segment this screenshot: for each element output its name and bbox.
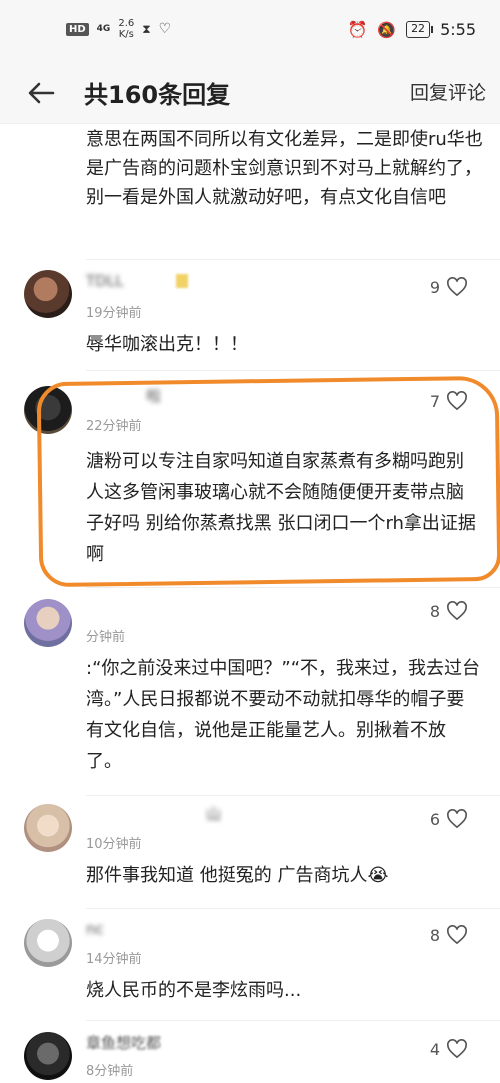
- avatar[interactable]: [24, 919, 72, 967]
- heart-icon: [447, 601, 467, 621]
- heart-icon: [447, 1039, 467, 1059]
- heart-icon: [447, 809, 467, 829]
- like-count: 8: [429, 925, 440, 945]
- username[interactable]: nc: [86, 918, 164, 939]
- comment-time: 8分钟前: [86, 1064, 134, 1079]
- heart-icon: [447, 391, 467, 411]
- avatar[interactable]: [24, 599, 72, 647]
- status-right: ⏰ 🔕 22 5:55: [347, 20, 476, 39]
- divider: [86, 1020, 500, 1021]
- reply-list[interactable]: 意思在两国不同所以有文化差异，二是即使ru华也是广告商的问题朴宝剑意识到不对马上…: [0, 125, 500, 1083]
- like-button[interactable]: 9: [430, 277, 468, 297]
- comment-time: 10分钟前: [86, 837, 142, 852]
- clock: 5:55: [440, 20, 476, 39]
- back-button[interactable]: [24, 76, 58, 110]
- back-arrow-icon: [28, 82, 55, 104]
- like-count: 9: [429, 277, 440, 297]
- status-bar: HD 4G 2.6 K/s ⧗ ♡ ⏰ 🔕 22 5:55: [0, 0, 500, 62]
- comment-time: 19分钟前: [86, 306, 142, 321]
- divider: [86, 370, 500, 371]
- username[interactable]: [86, 599, 206, 620]
- username[interactable]: TDLL: [86, 270, 138, 291]
- like-count: 7: [429, 391, 440, 411]
- avatar[interactable]: [24, 1032, 72, 1080]
- comment-text: :“你之前没来过中国吧？”“不，我来过，我去过台湾。”人民日报都说不要动不动就扣…: [86, 658, 481, 772]
- comment-text: 溏粉可以专注自家吗知道自家蒸煮有多糊吗跑别人这多管闲事玻璃心就不会随随便便开麦带…: [86, 451, 476, 565]
- hd-badge: HD: [66, 22, 89, 36]
- comment-text: 烧人民币的不是李炫雨吗...: [86, 980, 302, 1001]
- like-button[interactable]: 8: [430, 925, 468, 945]
- comment-time: 22分钟前: [86, 419, 142, 434]
- avatar[interactable]: [24, 386, 72, 434]
- alarm-icon: ⏰: [347, 20, 368, 39]
- avatar[interactable]: [24, 270, 72, 318]
- username[interactable]: 山: [86, 803, 221, 824]
- heart-icon: [447, 925, 467, 945]
- like-button[interactable]: 7: [430, 391, 468, 411]
- previous-reply-text: 意思在两国不同所以有文化差异，二是即使ru华也是广告商的问题朴宝剑意识到不对马上…: [86, 129, 483, 208]
- reply-comment-button[interactable]: 回复评论: [410, 78, 486, 105]
- header: 共160条回复 回复评论: [0, 62, 500, 124]
- divider: [86, 587, 500, 588]
- comment-text: 辱华咖滚出克！！！: [86, 334, 248, 355]
- status-left: HD 4G 2.6 K/s ⧗ ♡: [66, 18, 171, 40]
- badge-icon: [176, 274, 188, 288]
- username[interactable]: 啦: [86, 385, 161, 406]
- divider: [86, 259, 500, 260]
- comment-time: 分钟前: [86, 630, 126, 645]
- divider: [86, 908, 500, 909]
- like-button[interactable]: 4: [430, 1039, 468, 1059]
- hourglass-icon: ⧗: [142, 21, 151, 36]
- comment-text: 那件事我知道 他挺冤的 广告商坑人😭: [86, 865, 389, 886]
- battery-indicator: 22: [406, 21, 434, 38]
- mute-icon: 🔕: [377, 20, 397, 39]
- like-count: 6: [429, 809, 440, 829]
- page-title: 共160条回复: [84, 81, 231, 109]
- heart-rate-icon: ♡: [158, 21, 172, 37]
- like-button[interactable]: 6: [430, 809, 468, 829]
- comment-time: 14分钟前: [86, 952, 142, 967]
- username[interactable]: 章鱼想吃都: [86, 1032, 161, 1053]
- like-count: 8: [429, 601, 440, 621]
- heart-icon: [447, 277, 467, 297]
- divider: [86, 795, 500, 796]
- like-count: 4: [429, 1039, 440, 1059]
- avatar[interactable]: [24, 804, 72, 852]
- network-speed: 2.6 K/s: [118, 18, 135, 40]
- like-button[interactable]: 8: [430, 601, 468, 621]
- network-indicator: 4G: [96, 24, 111, 34]
